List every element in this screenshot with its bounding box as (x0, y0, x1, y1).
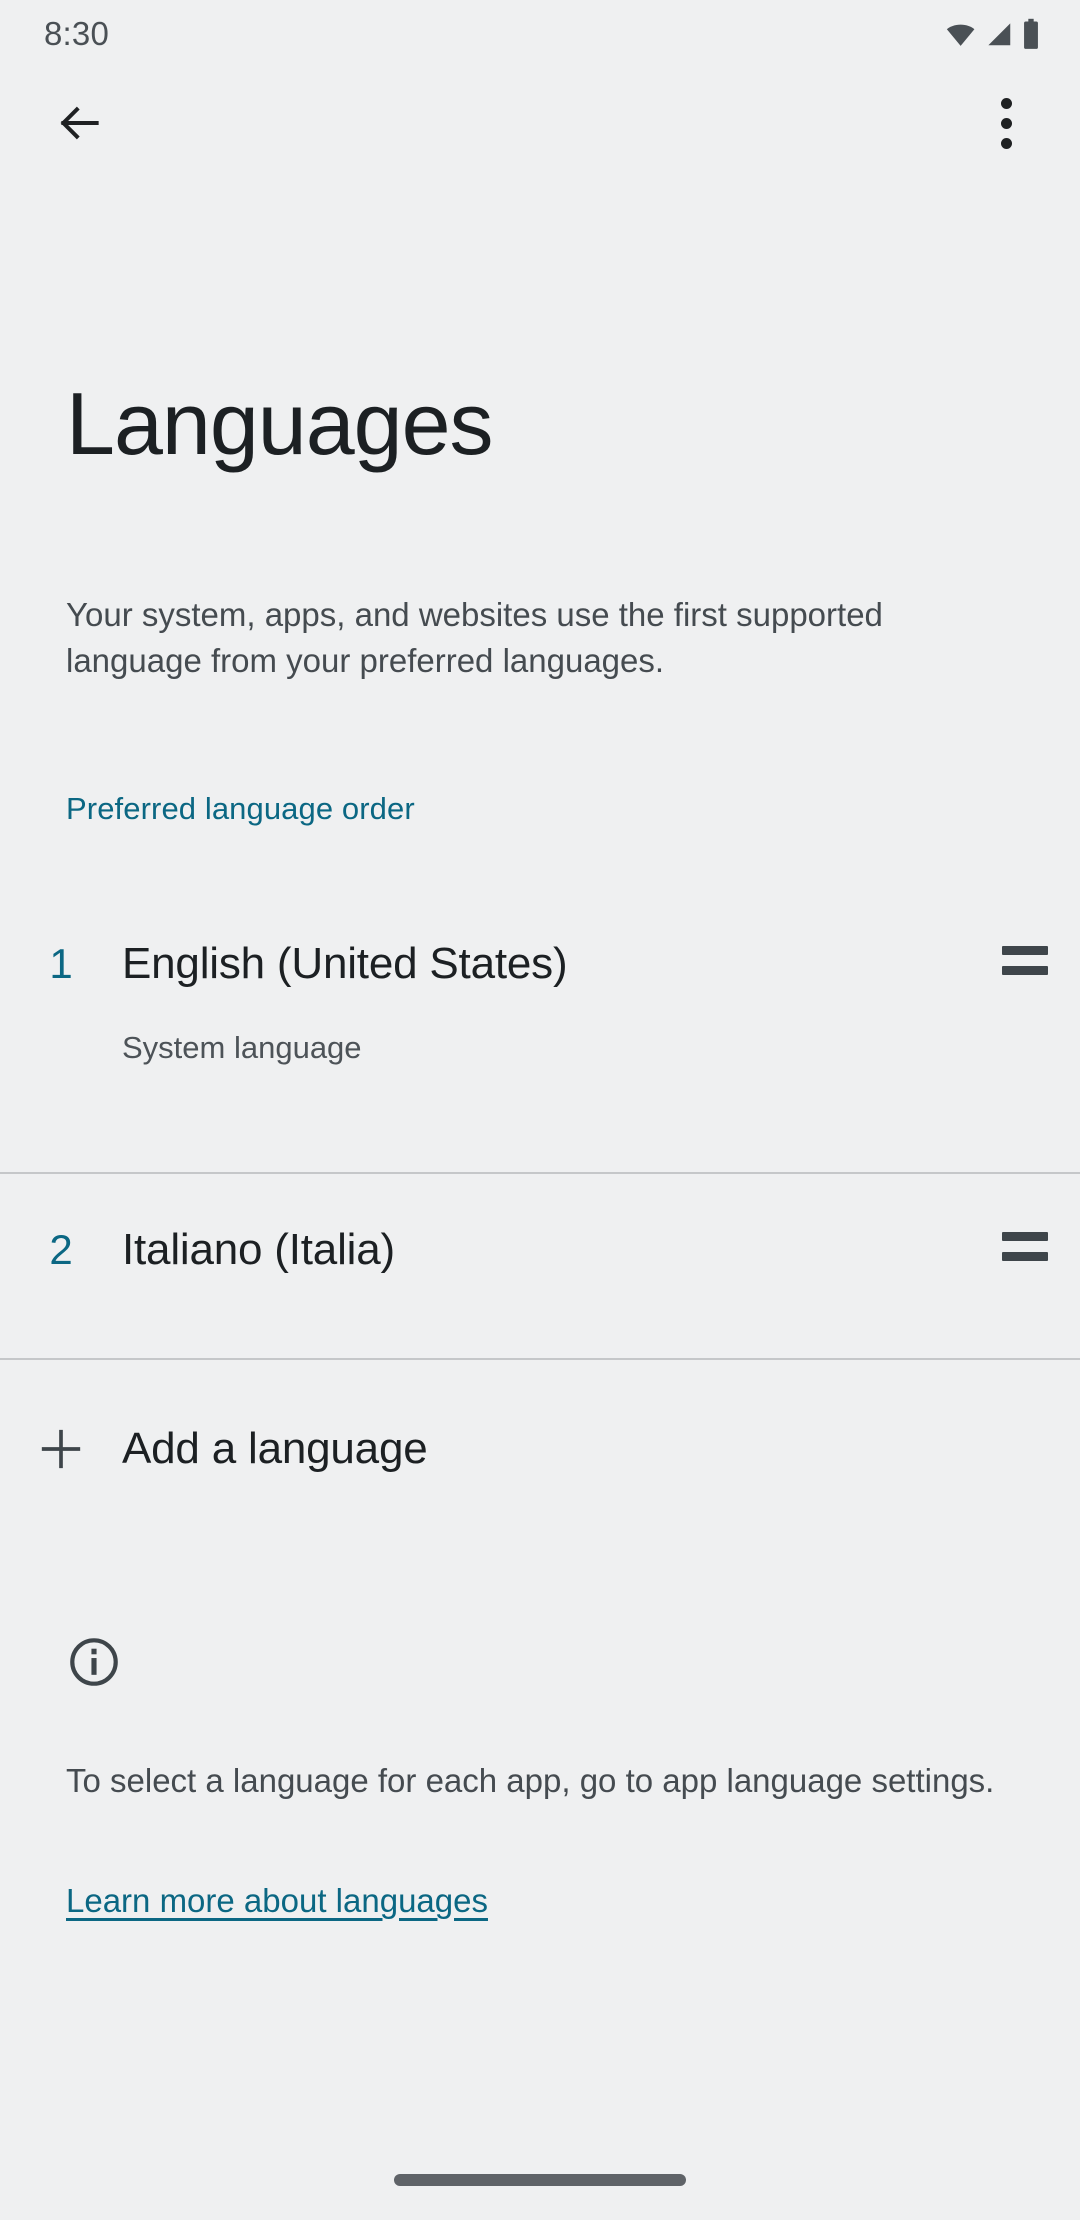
info-circle-icon (70, 1638, 118, 1686)
more-options-icon-dot-2 (1000, 117, 1012, 129)
info-icon-wrap (66, 1634, 122, 1695)
home-gesture-pill[interactable] (394, 2174, 686, 2186)
language-rank-2: 2 (49, 1226, 73, 1273)
status-bar-clock: 8:30 (44, 15, 110, 52)
drag-handle-bar-bottom (1002, 966, 1048, 975)
more-options-icon-dot-3 (1000, 137, 1012, 149)
back-arrow-icon (60, 106, 99, 140)
battery-icon (1024, 18, 1038, 49)
status-bar-icons (944, 18, 1040, 50)
plus-icon-wrap (0, 1423, 100, 1475)
footer-description: To select a language for each app, go to… (66, 1762, 995, 1799)
preferred-language-list: 1 English (United States) System languag… (0, 884, 1080, 1360)
language-name-2: Italiano (Italia) (122, 1225, 395, 1274)
language-rank-1: 1 (49, 940, 73, 987)
wifi-icon (946, 24, 975, 46)
add-language-row[interactable]: Add a language (0, 1374, 1080, 1524)
language-name-1: English (United States) (122, 939, 568, 988)
learn-more-link[interactable]: Learn more about languages (66, 1882, 488, 1920)
language-row-2[interactable]: 2 Italiano (Italia) (0, 1172, 1080, 1360)
plus-icon (41, 1429, 81, 1469)
drag-handle-bar-top (1002, 1232, 1048, 1241)
status-bar: 8:30 (0, 0, 1080, 68)
page-description: Your system, apps, and websites use the … (66, 596, 883, 679)
drag-handle-icon-1[interactable] (970, 936, 1080, 975)
drag-handle-icon-2[interactable] (970, 1222, 1080, 1261)
languages-settings-screen: 8:30 Languages Your system, apps, and we… (0, 0, 1080, 2220)
language-text-group-2: Italiano (Italia) (100, 1222, 970, 1278)
drag-handle-bar-bottom (1002, 1252, 1048, 1261)
more-options-icon-dot-1 (1000, 97, 1012, 109)
language-subtitle-1: System language (122, 1030, 362, 1065)
back-button[interactable] (42, 85, 118, 161)
action-bar (0, 68, 1080, 178)
page-title: Languages (66, 374, 494, 473)
more-options-button[interactable] (968, 85, 1044, 161)
drag-handle-bar-top (1002, 946, 1048, 955)
language-text-group-1: English (United States) System language (100, 936, 970, 1068)
preferred-language-order-label: Preferred language order (66, 791, 415, 826)
signal-icon (988, 23, 1011, 46)
add-language-label: Add a language (122, 1424, 428, 1473)
language-row-1[interactable]: 1 English (United States) System languag… (0, 884, 1080, 1172)
